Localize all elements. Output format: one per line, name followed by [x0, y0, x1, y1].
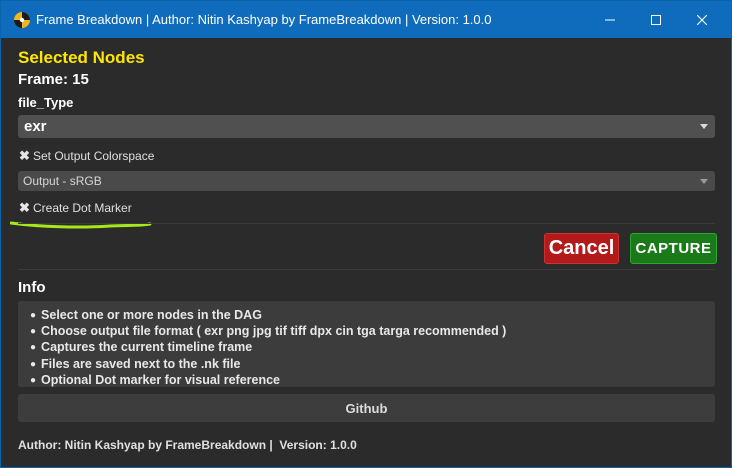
- colorspace-value: Output - sRGB: [23, 174, 102, 188]
- set-output-colorspace-checkbox[interactable]: ✖ Set Output Colorspace: [19, 148, 154, 164]
- cancel-button[interactable]: Cancel: [544, 233, 619, 264]
- close-button[interactable]: [679, 1, 725, 38]
- info-item: Optional Dot marker for visual reference: [30, 373, 506, 389]
- info-item: Choose output file format ( exr png jpg …: [30, 324, 506, 340]
- info-heading: Info: [18, 279, 46, 296]
- info-item: Select one or more nodes in the DAG: [30, 308, 506, 324]
- capture-button[interactable]: CAPTURE: [630, 233, 717, 264]
- divider: [18, 269, 715, 270]
- chevron-down-icon: [700, 179, 708, 184]
- info-item: Files are saved next to the .nk file: [30, 357, 506, 373]
- footer-author-version: Author: Nitin Kashyap by FrameBreakdown …: [18, 438, 357, 452]
- file-type-dropdown[interactable]: exr: [18, 115, 715, 138]
- app-icon: [14, 12, 30, 28]
- chevron-down-icon: [700, 124, 708, 129]
- minimize-button[interactable]: [587, 1, 633, 38]
- window-title: Frame Breakdown | Author: Nitin Kashyap …: [36, 12, 492, 27]
- colorspace-dropdown[interactable]: Output - sRGB: [18, 171, 715, 191]
- main-panel: Selected Nodes Frame: 15 file_Type exr ✖…: [10, 38, 723, 458]
- file-type-label: file_Type: [18, 95, 74, 110]
- info-item: Captures the current timeline frame: [30, 340, 506, 356]
- close-icon: [697, 14, 707, 25]
- checkmark-x-icon: ✖: [19, 148, 30, 163]
- frame-label: Frame: 15: [18, 71, 89, 88]
- github-button[interactable]: Github: [18, 394, 715, 422]
- info-box: Select one or more nodes in the DAG Choo…: [18, 301, 715, 387]
- maximize-button[interactable]: [633, 1, 679, 38]
- divider: [18, 223, 715, 224]
- annotation-underline: [10, 221, 152, 229]
- set-output-colorspace-label: Set Output Colorspace: [33, 149, 155, 163]
- minimize-icon: [605, 19, 615, 20]
- maximize-icon: [651, 14, 661, 25]
- title-bar[interactable]: Frame Breakdown | Author: Nitin Kashyap …: [1, 1, 731, 38]
- file-type-value: exr: [24, 118, 47, 135]
- info-list: Select one or more nodes in the DAG Choo…: [30, 308, 506, 389]
- selected-nodes-heading: Selected Nodes: [18, 48, 145, 67]
- app-window: Frame Breakdown | Author: Nitin Kashyap …: [0, 0, 732, 468]
